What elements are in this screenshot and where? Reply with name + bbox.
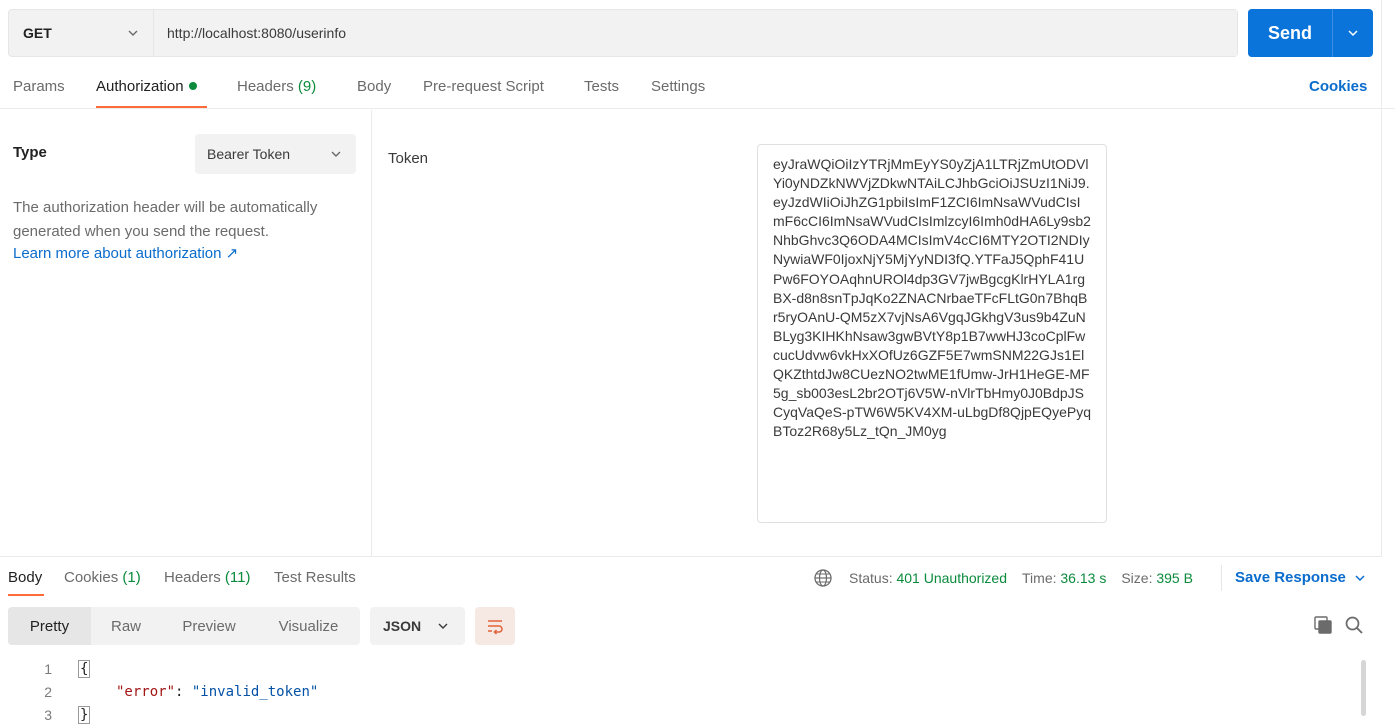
send-button[interactable]: Send (1248, 9, 1332, 57)
response-headers-count: (11) (224, 569, 251, 586)
response-tab-headers-label: Headers (164, 569, 221, 586)
url-input[interactable] (154, 10, 1237, 56)
type-label: Type (13, 144, 47, 161)
active-indicator-dot (188, 82, 197, 90)
send-button-group: Send (1248, 9, 1373, 57)
code-text: } (78, 706, 91, 724)
format-select[interactable]: JSON (370, 607, 465, 645)
globe-icon[interactable] (813, 568, 833, 588)
method-value: GET (23, 25, 52, 41)
cookies-link[interactable]: Cookies (1309, 78, 1367, 95)
token-label: Token (388, 150, 429, 167)
line-number: 2 (44, 684, 52, 700)
chevron-down-icon (128, 30, 138, 36)
response-tab-body[interactable]: Body (8, 569, 42, 586)
view-mode-group: Pretty Raw Preview Visualize (8, 607, 360, 645)
status-value[interactable]: 401 Unauthorized (896, 570, 1007, 586)
save-response-label: Save Response (1235, 569, 1346, 586)
line-number: 3 (44, 707, 52, 723)
auth-description: The authorization header will be automat… (13, 199, 318, 240)
active-tab-underline (96, 106, 207, 108)
send-options-dropdown[interactable] (1332, 9, 1373, 57)
save-response-button[interactable]: Save Response (1235, 569, 1366, 586)
token-input[interactable]: eyJraWQiOiIzYTRjMmEyYS0yZjA1LTRjZmUtODVl… (757, 144, 1107, 523)
response-meta: Status: 401 Unauthorized Time: 36.13 s S… (813, 568, 1193, 588)
view-preview-button[interactable]: Preview (161, 607, 257, 645)
view-raw-button[interactable]: Raw (91, 607, 161, 645)
response-tab-headers[interactable]: Headers (11) (164, 569, 250, 586)
tab-headers[interactable]: Headers (9) (237, 78, 316, 95)
code-text: { (78, 660, 91, 678)
divider (1221, 565, 1222, 591)
code-line: 1 { (0, 660, 1382, 684)
format-value: JSON (383, 618, 422, 634)
tab-params[interactable]: Params (13, 78, 65, 95)
tab-headers-label: Headers (237, 78, 294, 95)
tab-prerequest-script[interactable]: Pre-request Script (423, 78, 544, 95)
json-key: "error" (116, 684, 176, 700)
response-tab-cookies-label: Cookies (64, 569, 119, 586)
line-number: 1 (44, 661, 52, 677)
learn-more-link[interactable]: Learn more about authorization ↗ (13, 244, 238, 262)
auth-type-value: Bearer Token (207, 146, 291, 162)
code-text: "error": "invalid_token" (116, 684, 318, 700)
wrap-lines-icon (488, 620, 503, 635)
tab-authorization-label: Authorization (96, 78, 184, 95)
response-active-underline (8, 594, 44, 596)
size-label: Size: (1121, 570, 1153, 586)
tab-authorization[interactable]: Authorization (96, 78, 197, 95)
time-label: Time: (1022, 570, 1057, 586)
code-brace: } (78, 706, 91, 724)
tab-body[interactable]: Body (357, 78, 391, 95)
chevron-down-icon (438, 623, 448, 629)
status-label: Status: (849, 570, 893, 586)
request-tabs: Params Authorization Headers (9) Body Pr… (0, 66, 1395, 109)
tab-tests[interactable]: Tests (584, 78, 619, 95)
json-colon: : (175, 684, 192, 700)
auth-type-select[interactable]: Bearer Token (195, 134, 356, 174)
response-body-code[interactable]: 1 { 2 "error": "invalid_token" 3 } (0, 656, 1382, 726)
chevron-down-icon (1355, 574, 1365, 581)
response-tab-cookies[interactable]: Cookies (1) (64, 569, 141, 586)
panel-edge (1381, 0, 1382, 556)
copy-icon[interactable] (1313, 615, 1333, 635)
search-icon[interactable] (1344, 615, 1364, 635)
tab-headers-count: (9) (297, 78, 317, 95)
size-value[interactable]: 395 B (1156, 570, 1193, 586)
view-visualize-button[interactable]: Visualize (257, 607, 360, 645)
tab-settings[interactable]: Settings (651, 78, 705, 95)
code-scrollbar[interactable] (1361, 660, 1366, 716)
request-url-bar: GET (8, 9, 1238, 57)
json-value: "invalid_token" (191, 684, 319, 700)
auth-type-panel: Type Bearer Token The authorization head… (0, 110, 372, 556)
code-brace: { (78, 660, 91, 678)
code-line: 3 } (0, 706, 1382, 726)
view-pretty-button[interactable]: Pretty (8, 607, 91, 645)
time-value[interactable]: 36.13 s (1060, 570, 1106, 586)
chevron-down-icon (1348, 30, 1358, 37)
code-line: 2 "error": "invalid_token" (0, 684, 1382, 707)
response-tab-test-results[interactable]: Test Results (274, 569, 356, 586)
response-bar: Body Cookies (1) Headers (11) Test Resul… (0, 556, 1382, 600)
chevron-down-icon (331, 151, 341, 157)
method-select[interactable]: GET (9, 10, 154, 56)
response-cookies-count: (1) (122, 569, 141, 586)
wrap-lines-button[interactable] (475, 607, 515, 645)
